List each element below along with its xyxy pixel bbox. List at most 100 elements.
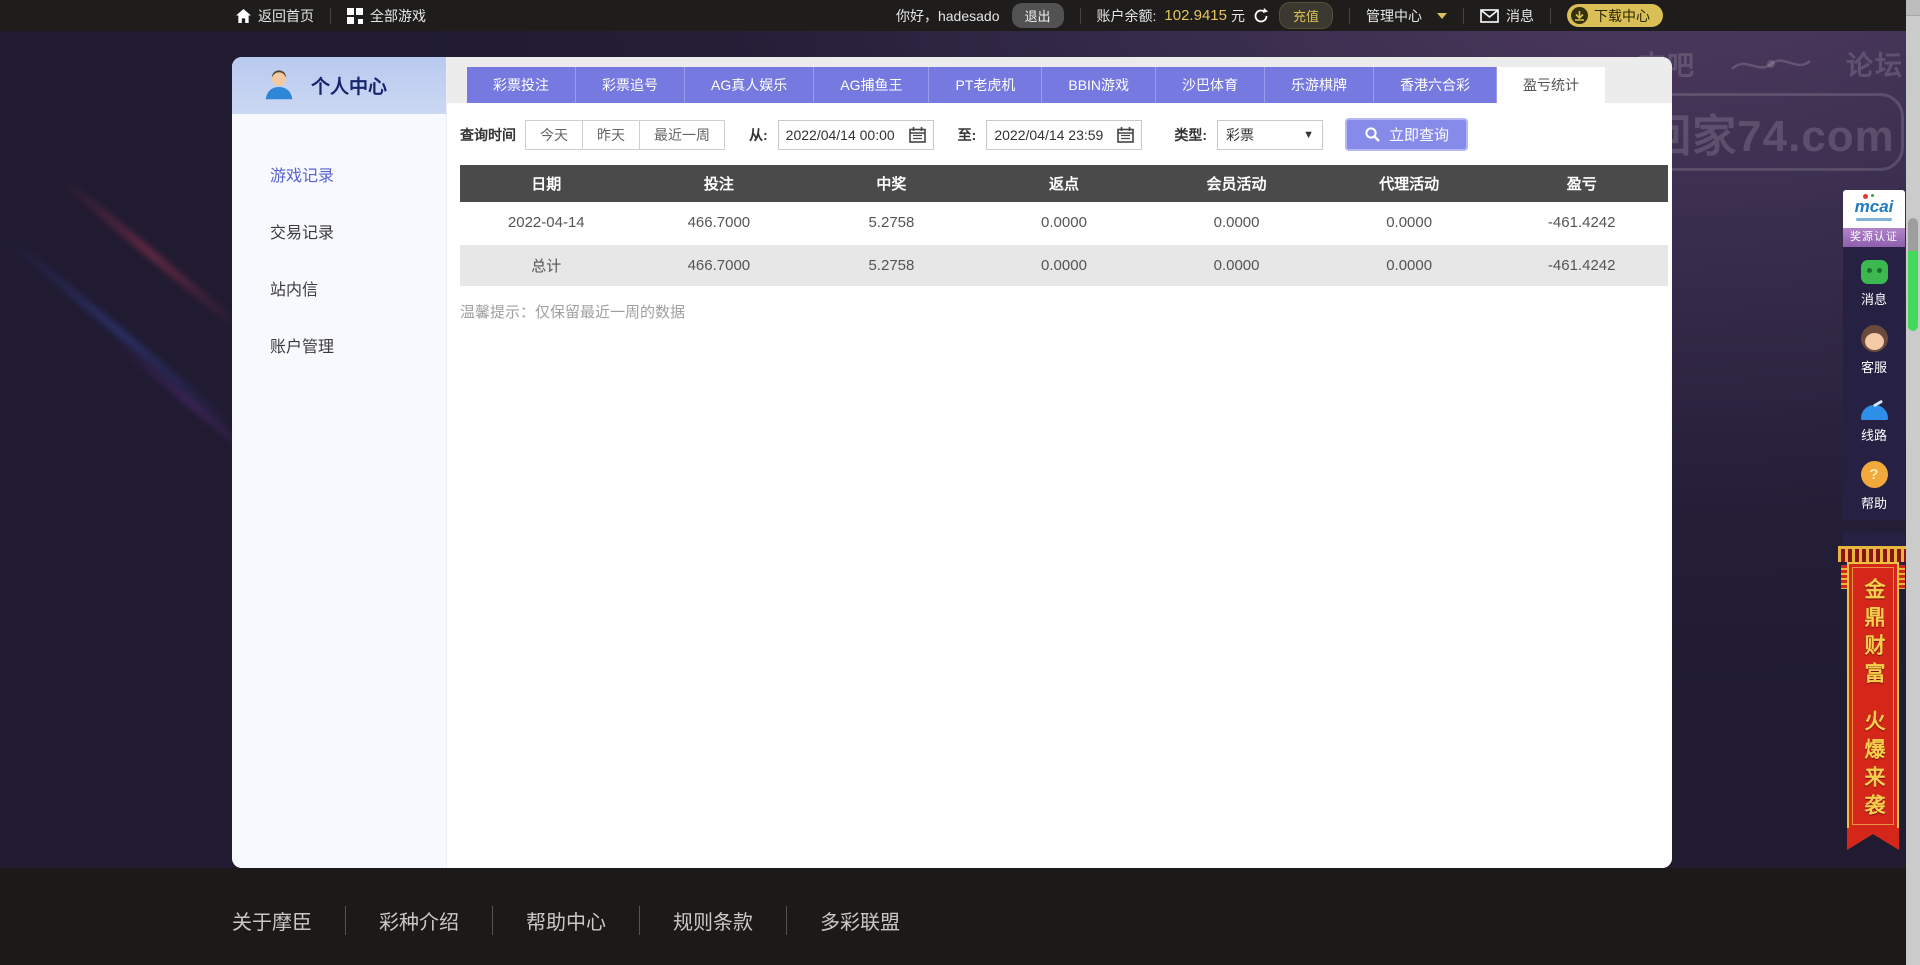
quick-range-group: 今天 昨天 最近一周	[525, 119, 725, 150]
mail-icon	[1480, 8, 1499, 23]
table-cell: 5.2758	[868, 257, 915, 274]
tab-ag-live[interactable]: AG真人娱乐	[685, 67, 815, 103]
award-cert-ribbon: 奖源认证	[1843, 228, 1905, 247]
from-date-value[interactable]	[785, 126, 904, 143]
table-cell: 466.7000	[687, 257, 751, 274]
tab-profit-stats[interactable]: 盈亏统计	[1497, 67, 1606, 103]
table-row: 2022-04-14 466.7000 5.2758 0.0000 0.0000 0.00…	[460, 202, 1668, 245]
sidebar-item-site-mail[interactable]: 站内信	[232, 262, 446, 319]
refresh-icon[interactable]	[1253, 7, 1269, 24]
sidebar-item-account-management[interactable]: 账户管理	[232, 319, 446, 376]
sidebar-item-transaction-records[interactable]: 交易记录	[232, 205, 446, 262]
tab-lottery-bet[interactable]: 彩票投注	[467, 67, 576, 103]
lines-gauge-icon	[1861, 393, 1888, 420]
background-streak	[3, 234, 237, 431]
float-item-lines[interactable]: 线路	[1843, 384, 1905, 452]
admin-center-menu[interactable]: 管理中心	[1366, 6, 1447, 26]
tab-leyou-cards[interactable]: 乐游棋牌	[1265, 67, 1375, 103]
last-week-button[interactable]: 最近一周	[639, 119, 725, 150]
recharge-button[interactable]: 充值	[1278, 2, 1333, 29]
type-label: 类型:	[1174, 126, 1208, 143]
grid-icon	[347, 7, 363, 24]
customer-service-icon	[1860, 325, 1888, 352]
footer: 关于摩臣 彩种介绍 帮助中心 规则条款 多彩联盟	[0, 868, 1920, 965]
flourish-icon	[1731, 58, 1811, 70]
sidebar-item-game-records[interactable]: 游戏记录	[232, 148, 446, 205]
divider	[1349, 7, 1350, 24]
watermark-site: 回家74.com	[1638, 93, 1904, 171]
tip-note: 温馨提示：仅保留最近一周的数据	[460, 304, 686, 321]
balance-value: 102.9415	[1164, 7, 1227, 24]
column-header: 返点	[1048, 176, 1079, 193]
column-header: 中奖	[876, 176, 907, 193]
footer-link-help-center[interactable]: 帮助中心	[492, 906, 606, 935]
sidebar-nav: 游戏记录 交易记录 站内信 账户管理	[232, 114, 446, 376]
today-button[interactable]: 今天	[525, 119, 583, 150]
to-date-value[interactable]	[994, 126, 1113, 143]
footer-link-lottery-intro[interactable]: 彩种介绍	[345, 906, 459, 935]
scrollbar[interactable]	[1906, 0, 1920, 965]
search-button[interactable]: 立即查询	[1345, 118, 1469, 151]
personal-center-card: 个人中心 游戏记录 交易记录 站内信 账户管理 彩票投注 彩票追号 AG真人娱乐 AG捕鱼王…	[232, 57, 1672, 868]
calendar-icon[interactable]	[1117, 126, 1135, 143]
banner-top-decoration	[1838, 546, 1908, 589]
promo-banner[interactable]: 金鼎财富 火爆来袭	[1838, 546, 1908, 850]
watermark: 杏吧 论坛 回家74.com	[1638, 44, 1904, 171]
banner-body: 金鼎财富 火爆来袭	[1847, 562, 1899, 828]
float-item-service[interactable]: 客服	[1843, 316, 1905, 384]
tab-ag-fishing[interactable]: AG捕鱼王	[814, 67, 930, 103]
search-button-label: 立即查询	[1389, 127, 1450, 144]
download-center-button[interactable]: 下载中心	[1567, 4, 1663, 27]
to-date-input[interactable]	[986, 119, 1143, 150]
table-cell: 0.0000	[1213, 257, 1260, 274]
logout-button[interactable]: 退出	[1011, 3, 1064, 28]
table-cell: -461.4242	[1547, 257, 1616, 274]
footer-links: 关于摩臣 彩种介绍 帮助中心 规则条款 多彩联盟	[232, 906, 900, 935]
messages-label: 消息	[1506, 7, 1534, 24]
back-home-link[interactable]: 返回首页	[236, 6, 314, 26]
user-greeting: 你好，hadesado	[895, 7, 1000, 24]
back-home-label: 返回首页	[258, 7, 314, 24]
scrollbar-up-button[interactable]	[1906, 0, 1920, 16]
all-games-link[interactable]: 全部游戏	[347, 6, 426, 26]
message-icon	[1860, 260, 1888, 284]
tab-lottery-chase[interactable]: 彩票追号	[576, 67, 685, 103]
type-select-value: 彩票	[1226, 126, 1255, 143]
page: 杏吧 论坛 回家74.com 返回首页 全部游戏 你好，hadesado	[0, 0, 1920, 965]
divider	[1550, 7, 1551, 24]
column-header: 日期	[531, 176, 562, 193]
balance-label: 账户余额:	[1096, 7, 1157, 24]
search-icon	[1365, 127, 1380, 142]
tab-hk-mark-six[interactable]: 香港六合彩	[1374, 67, 1498, 103]
calendar-icon[interactable]	[908, 126, 926, 143]
yesterday-button[interactable]: 昨天	[582, 119, 640, 150]
column-header: 会员活动	[1206, 176, 1267, 193]
table-cell: 0.0000	[1386, 257, 1433, 274]
from-date-input[interactable]	[777, 119, 934, 150]
column-header: 盈亏	[1566, 176, 1597, 193]
column-header: 投注	[703, 176, 734, 193]
chevron-down-icon	[1437, 12, 1447, 19]
messages-link[interactable]: 消息	[1480, 6, 1534, 26]
avatar	[265, 69, 293, 99]
footer-link-about[interactable]: 关于摩臣	[232, 906, 312, 935]
download-icon	[1571, 7, 1588, 24]
float-item-help[interactable]: ? 帮助	[1843, 452, 1905, 520]
type-select[interactable]: 彩票 ▼	[1217, 119, 1324, 150]
background-streak	[56, 173, 244, 333]
float-item-message[interactable]: 消息	[1843, 251, 1905, 316]
divider	[1463, 7, 1464, 24]
footer-link-alliance[interactable]: 多彩联盟	[786, 906, 900, 935]
tab-bbin-games[interactable]: BBIN游戏	[1042, 67, 1157, 103]
profit-table: 日期 投注 中奖 返点 会员活动 代理活动 盈亏 2022-04-14 466.7000 5.2…	[460, 165, 1668, 288]
tab-pt-slots[interactable]: PT老虎机	[929, 67, 1043, 103]
scrollbar-thumb[interactable]	[1908, 218, 1918, 252]
tab-saba-sports[interactable]: 沙巴体育	[1156, 67, 1266, 103]
game-tabs: 彩票投注 彩票追号 AG真人娱乐 AG捕鱼王 PT老虎机 BBIN游戏 沙巴体育 乐游棋牌 香港…	[447, 57, 1672, 103]
scrollbar-thumb-highlight[interactable]	[1908, 251, 1918, 331]
divider	[330, 7, 331, 24]
watermark-right-text: 论坛	[1846, 51, 1904, 81]
mcai-cert-badge[interactable]: mcai	[1843, 190, 1905, 228]
footer-link-rules[interactable]: 规则条款	[639, 906, 753, 935]
table-cell: 0.0000	[1386, 214, 1433, 231]
